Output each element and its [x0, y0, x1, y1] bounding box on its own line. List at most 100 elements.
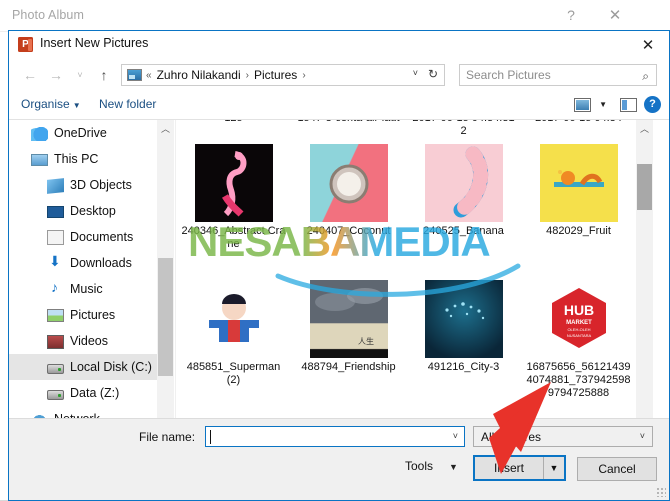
- chevron-down-icon: ▼: [72, 101, 81, 110]
- disk-icon: [47, 390, 64, 400]
- preview-pane-icon[interactable]: [620, 98, 637, 112]
- new-folder-button[interactable]: New folder: [99, 97, 156, 111]
- chevron-down-icon[interactable]: ˅: [413, 68, 418, 78]
- navigation-pane: OneDrive This PC 3D Objects Desktop Document…: [9, 120, 157, 440]
- file-tile[interactable]: HUB MARKET OLEH-OLEH NUSANTARA 16875656_5612…: [521, 280, 636, 400]
- 3d-objects-icon: [47, 177, 64, 194]
- insert-new-pictures-dialog: P Insert New Pictures ✕ ← → ˅ ↑ « Zuhro …: [8, 30, 670, 501]
- superman-thumbnail: [194, 280, 273, 358]
- breadcrumb-prefix: «: [146, 69, 152, 81]
- organise-button[interactable]: Organise ▼: [21, 97, 81, 111]
- insert-button[interactable]: Insert: [475, 457, 544, 479]
- file-tile-clipped[interactable]: 2017-06-15 04.34: [521, 120, 636, 138]
- svg-text:OLEH-OLEH: OLEH-OLEH: [567, 327, 590, 332]
- help-icon[interactable]: ?: [644, 96, 661, 113]
- view-layout-icon[interactable]: [574, 98, 591, 112]
- sidebar-item-label: Data (Z:): [70, 385, 120, 400]
- file-type-select[interactable]: All Pictures ˅: [473, 426, 653, 447]
- insert-dropdown-button[interactable]: ▼: [544, 457, 564, 479]
- file-list-scrollbar[interactable]: ︿ ﹀: [636, 120, 653, 440]
- text-caret: [210, 430, 211, 444]
- file-name-label: 485851_Superman (2): [186, 361, 281, 386]
- navigation-scrollbar[interactable]: ︿ ﹀: [157, 120, 174, 440]
- breadcrumb-item-user[interactable]: Zuhro Nilakandi: [156, 68, 242, 82]
- cancel-button[interactable]: Cancel: [577, 457, 657, 481]
- file-name-label: 488794_Friendship: [301, 361, 396, 373]
- close-icon[interactable]: ✕: [627, 31, 669, 58]
- sidebar-item-label: Downloads: [70, 255, 132, 270]
- file-name-label: 240407_Coconut: [306, 225, 391, 237]
- file-name-label: 240525_Banana: [423, 225, 504, 237]
- disk-icon: [47, 364, 64, 374]
- sidebar-item-local-disk-c[interactable]: Local Disk (C:): [9, 354, 157, 380]
- sidebar-item-videos[interactable]: Videos: [9, 328, 157, 354]
- forward-icon[interactable]: →: [45, 64, 67, 86]
- videos-icon: [47, 334, 64, 349]
- sidebar-item-pictures[interactable]: Pictures: [9, 302, 157, 328]
- sidebar-item-label: This PC: [54, 151, 99, 166]
- file-tile-clipped[interactable]: 2017-06-15 04.34.31 2: [406, 120, 521, 138]
- tools-button[interactable]: Tools: [405, 459, 433, 473]
- sidebar-item-label: Videos: [70, 333, 108, 348]
- scrollbar-thumb[interactable]: [158, 258, 173, 376]
- chevron-down-icon[interactable]: ▼: [599, 100, 607, 109]
- file-tile[interactable]: 482029_Fruit: [521, 144, 636, 251]
- organise-label: Organise: [21, 97, 70, 111]
- up-icon[interactable]: ↑: [93, 64, 115, 86]
- file-name-label: 240346_Abstract Crane: [181, 225, 286, 250]
- recent-locations-icon[interactable]: ˅: [69, 64, 91, 86]
- sidebar-item-label: Desktop: [70, 203, 116, 218]
- chevron-down-icon[interactable]: ˅: [640, 431, 645, 441]
- file-name-label: 16875656_561214394074881_737942598979472…: [526, 361, 631, 399]
- file-type-value: All Pictures: [481, 430, 542, 444]
- file-name-label: 2017-06-15 04.34: [525, 120, 633, 125]
- file-tile[interactable]: 485851_Superman (2): [176, 280, 291, 400]
- sidebar-item-downloads[interactable]: Downloads: [9, 250, 157, 276]
- file-tile-clipped[interactable]: 1547-3-cerita-air-laut: [291, 120, 406, 138]
- scrollbar-thumb[interactable]: [637, 164, 652, 210]
- file-name-input[interactable]: ˅: [205, 426, 465, 447]
- file-tile-clipped[interactable]: 125: [176, 120, 291, 138]
- file-tile[interactable]: 240407_Coconut: [291, 144, 406, 251]
- breadcrumb-separator: ›: [302, 69, 306, 81]
- sidebar-item-desktop[interactable]: Desktop: [9, 198, 157, 224]
- pictures-icon: [47, 309, 64, 322]
- sidebar-item-documents[interactable]: Documents: [9, 224, 157, 250]
- file-tile[interactable]: 240525_Banana: [406, 144, 521, 251]
- resize-grip[interactable]: [656, 487, 666, 497]
- file-list-view[interactable]: 125 1547-3-cerita-air-laut 2017-06-15 04.3…: [175, 120, 653, 440]
- close-icon[interactable]: ✕: [594, 0, 636, 30]
- coconut-thumbnail: [309, 144, 388, 222]
- sidebar-item-data-z[interactable]: Data (Z:): [9, 380, 157, 406]
- svg-text:HUB: HUB: [563, 302, 593, 318]
- dialog-titlebar: P Insert New Pictures ✕: [9, 31, 669, 59]
- music-icon: [47, 279, 64, 297]
- file-tile[interactable]: 491216_City-3: [406, 280, 521, 400]
- file-name-label: 1547-3-cerita-air-laut: [295, 120, 403, 125]
- clipped-filename-row: 125 1547-3-cerita-air-laut 2017-06-15 04.3…: [176, 120, 636, 138]
- refresh-icon[interactable]: ↻: [428, 67, 438, 81]
- flamingo-thumbnail: [194, 144, 273, 222]
- file-tile[interactable]: 人生 488794_Friendship: [291, 280, 406, 400]
- help-icon[interactable]: ?: [550, 0, 592, 30]
- file-name-label: 2017-06-15 04.34.31 2: [412, 120, 514, 137]
- address-bar[interactable]: « Zuhro Nilakandi › Pictures › ˅ ↻: [121, 64, 445, 86]
- sidebar-item-3d-objects[interactable]: 3D Objects: [9, 172, 157, 198]
- documents-icon: [47, 229, 64, 245]
- chevron-down-icon[interactable]: ˅: [453, 431, 458, 441]
- chevron-down-icon[interactable]: ▼: [449, 462, 458, 472]
- file-name-label: 482029_Fruit: [546, 225, 611, 237]
- sidebar-item-this-pc[interactable]: This PC: [9, 146, 157, 172]
- back-icon[interactable]: ←: [19, 64, 41, 86]
- sidebar-item-music[interactable]: Music: [9, 276, 157, 302]
- scroll-up-icon[interactable]: ︿: [157, 120, 174, 137]
- sidebar-item-onedrive[interactable]: OneDrive: [9, 120, 157, 146]
- search-input[interactable]: Search Pictures ⌕: [459, 64, 657, 86]
- file-tile[interactable]: 240346_Abstract Crane: [176, 144, 291, 251]
- scroll-up-icon[interactable]: ︿: [636, 120, 653, 137]
- svg-text:MARKET: MARKET: [566, 320, 592, 326]
- friendship-thumbnail: 人生: [309, 280, 388, 358]
- breadcrumb-item-pictures[interactable]: Pictures: [253, 68, 298, 82]
- insert-button-group: Insert ▼: [473, 455, 566, 481]
- dialog-body: OneDrive This PC 3D Objects Desktop Document…: [9, 120, 669, 440]
